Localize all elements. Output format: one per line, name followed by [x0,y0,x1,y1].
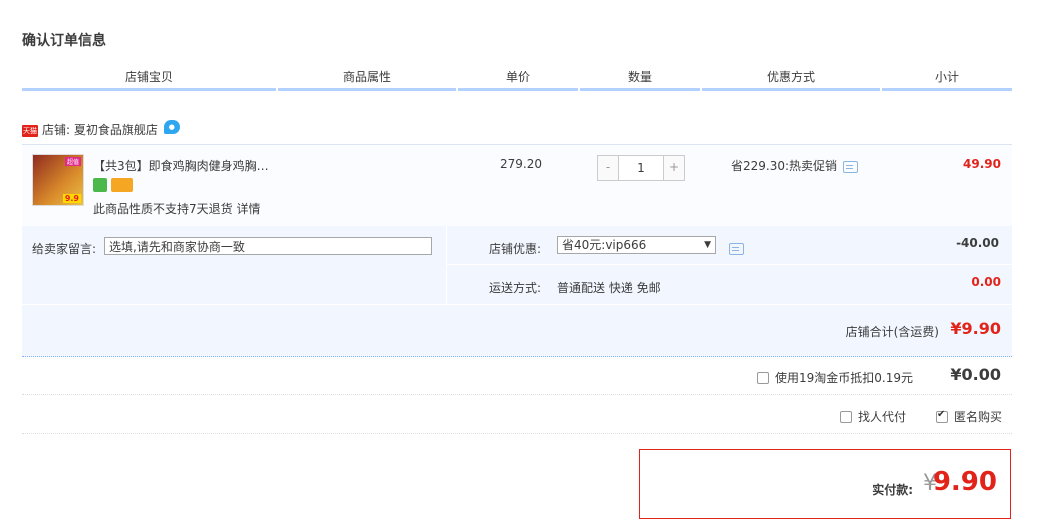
unit-price: 279.20 [500,157,542,171]
thumb-tag: 超值 [64,157,81,166]
column-header-item: 店铺宝贝 [22,66,276,91]
shop-total-amount: ¥9.90 [950,319,1001,338]
seller-message-label: 给卖家留言: [32,242,97,256]
guarantee-icon[interactable] [93,177,107,192]
proxy-pay-label: 找人代付 [858,410,907,424]
column-header-props: 商品属性 [278,66,456,91]
shipping-label: 运送方式: [489,281,542,295]
column-header-subtotal: 小计 [882,66,1012,91]
coins-amount: ¥0.00 [950,365,1001,384]
column-header-row: 店铺宝贝 商品属性 单价 数量 优惠方式 小计 [22,66,1012,91]
credit-card-icon[interactable] [111,177,133,192]
quantity-increase-button[interactable]: + [664,156,684,180]
shipping-method: 普通配送 快递 免邮 [557,281,661,295]
anonymous-checkbox[interactable] [936,409,948,423]
coins-label: 使用19淘金币抵扣0.19元 [775,371,913,385]
column-header-discount: 优惠方式 [702,66,880,91]
shipping-amount: 0.00 [971,275,1001,289]
quantity-decrease-button[interactable]: - [598,156,618,180]
shop-coupon-label: 店铺优惠: [489,242,542,256]
promotion-text: 省229.30:热卖促销 [731,159,838,173]
shop-total-label: 店铺合计(含运费) [845,325,939,339]
options-row-divider [447,264,1012,265]
column-header-qty: 数量 [580,66,700,91]
options-divider [446,226,447,304]
wangwang-chat-icon[interactable]: ● [163,119,180,134]
payment-amount: 9.90 [932,467,997,497]
service-badges [93,177,137,192]
anonymous-option[interactable]: 匿名购买 [936,408,1002,425]
chevron-down-icon: ▼ [704,240,711,250]
quantity-input[interactable]: 1 [618,156,664,180]
coins-option[interactable]: 使用19淘金币抵扣0.19元 [757,369,913,386]
proxy-pay-option[interactable]: 找人代付 [840,408,906,425]
column-header-price: 单价 [458,66,578,91]
page-title: 确认订单信息 [22,33,106,49]
product-name-link[interactable]: 【共3包】即食鸡胸肉健身鸡胸… [93,157,269,174]
payment-label: 实付款: [872,483,913,497]
item-subtotal: 49.90 [963,157,1001,171]
shop-coupon-select[interactable]: 省40元:vip666 ▼ [557,236,716,254]
tmall-icon: 天猫 [22,124,38,137]
quantity-stepper: - 1 + [597,155,685,181]
promo-chat-icon[interactable] [843,160,859,173]
product-thumbnail[interactable]: 超值 9.9 [32,154,84,206]
shop-line: 天猫 店铺: 夏初食品旗舰店 ● [22,119,180,139]
coupon-amount: -40.00 [956,236,999,250]
coupon-chat-icon[interactable] [729,242,744,255]
coins-checkbox[interactable] [757,371,769,384]
coupon-selected-value: 省40元:vip666 [562,238,647,252]
seller-message-input[interactable]: 选填,请先和商家协商一致 [104,237,432,255]
anonymous-label: 匿名购买 [954,410,1003,424]
thumb-price-badge: 9.9 [62,194,81,203]
shop-name-link[interactable]: 店铺: 夏初食品旗舰店 [42,123,158,137]
promotion-info: 省229.30:热卖促销 [731,157,859,174]
return-policy-notice[interactable]: 此商品性质不支持7天退货 详情 [93,200,260,217]
proxy-pay-checkbox[interactable] [840,410,852,423]
